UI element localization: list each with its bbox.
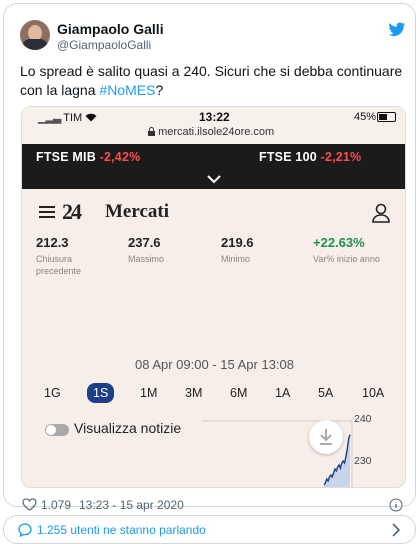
ticker-item[interactable]: FTSE 100 -2,21% bbox=[259, 150, 361, 164]
conversation-label: 1.255 utenti ne stanno parlando bbox=[37, 523, 206, 537]
market-ticker: FTSE MIB -2,42% FTSE 100 -2,21% bbox=[22, 144, 405, 171]
y-tick-label: 240 bbox=[354, 413, 372, 425]
tweet-body: Lo spread è salito quasi a 240. Sicuri c… bbox=[20, 63, 403, 98]
carrier-label: ▁▂▃ TIM bbox=[38, 111, 97, 124]
download-icon bbox=[320, 429, 332, 445]
browser-url: mercati.ilsole24ore.com bbox=[148, 126, 274, 138]
period-1g[interactable]: 1G bbox=[44, 386, 61, 400]
hashtag-link[interactable]: #NoMES bbox=[99, 82, 155, 98]
chevron-right-icon bbox=[392, 523, 400, 537]
tweet-text: Lo spread è salito quasi a 240. Sicuri c… bbox=[20, 62, 405, 100]
date-range: 08 Apr 09:00 - 15 Apr 13:08 bbox=[134, 357, 294, 372]
period-5a[interactable]: 5A bbox=[318, 386, 333, 400]
phone-status-bar: ▁▂▃ TIM 13:22 45% mercati.ilsole24ore.co… bbox=[22, 107, 405, 144]
period-3m[interactable]: 3M bbox=[185, 386, 202, 400]
tweet-suffix: ? bbox=[155, 82, 164, 98]
battery-label: 45% bbox=[354, 111, 377, 123]
ticker-expand[interactable] bbox=[22, 171, 405, 189]
avatar[interactable] bbox=[20, 20, 50, 50]
y-tick-label: 230 bbox=[354, 455, 372, 467]
tweet-timestamp[interactable]: 13:23 - 15 apr 2020 bbox=[79, 498, 184, 512]
site-header: 24 Mercati bbox=[22, 189, 405, 231]
stat-ytd-change: +22.63% Var% inizio anno bbox=[313, 235, 380, 264]
user-icon[interactable] bbox=[372, 203, 390, 223]
period-1a[interactable]: 1A bbox=[275, 386, 290, 400]
period-10a[interactable]: 10A bbox=[362, 386, 384, 400]
info-icon[interactable] bbox=[389, 498, 403, 512]
menu-icon[interactable] bbox=[39, 206, 55, 218]
section-title: Mercati bbox=[105, 201, 169, 222]
wifi-icon bbox=[85, 113, 97, 122]
sole24-logo[interactable]: 24 bbox=[62, 199, 82, 225]
like-count[interactable]: 1.079 bbox=[41, 498, 71, 512]
comment-icon bbox=[18, 523, 32, 537]
battery-icon bbox=[377, 112, 396, 122]
twitter-bird-icon[interactable] bbox=[388, 22, 406, 38]
download-button[interactable] bbox=[309, 420, 343, 454]
stat-min: 219.6 Minimo bbox=[221, 235, 254, 264]
conversation-link[interactable]: 1.255 utenti ne stanno parlando bbox=[3, 515, 416, 544]
stat-max: 237.6 Massimo bbox=[128, 235, 165, 264]
lock-icon bbox=[148, 127, 155, 136]
phone-time: 13:22 bbox=[199, 110, 230, 124]
tweet-card: Giampaolo Galli @GiampaoloGalli Lo sprea… bbox=[3, 3, 416, 512]
period-1m[interactable]: 1M bbox=[140, 386, 157, 400]
period-6m[interactable]: 6M bbox=[230, 386, 247, 400]
period-1s[interactable]: 1S bbox=[87, 383, 115, 403]
author-name[interactable]: Giampaolo Galli bbox=[57, 21, 164, 37]
chevron-down-icon bbox=[207, 175, 221, 184]
ticker-item[interactable]: FTSE MIB -2,42% bbox=[36, 150, 140, 164]
spread-chart[interactable] bbox=[202, 407, 406, 488]
stat-previous-close: 212.3 Chiusura precedente bbox=[36, 235, 82, 276]
news-toggle-label: Visualizza notizie bbox=[74, 420, 182, 436]
period-selector: 1G 1S 1M 3M 6M 1A 5A 10A bbox=[22, 383, 405, 405]
heart-icon[interactable] bbox=[22, 498, 37, 511]
stats-row: 212.3 Chiusura precedente 237.6 Massimo 21… bbox=[22, 235, 405, 287]
news-toggle[interactable] bbox=[45, 424, 69, 436]
author-handle[interactable]: @GiampaoloGalli bbox=[57, 38, 151, 52]
attached-image[interactable]: ▁▂▃ TIM 13:22 45% mercati.ilsole24ore.co… bbox=[21, 106, 406, 488]
